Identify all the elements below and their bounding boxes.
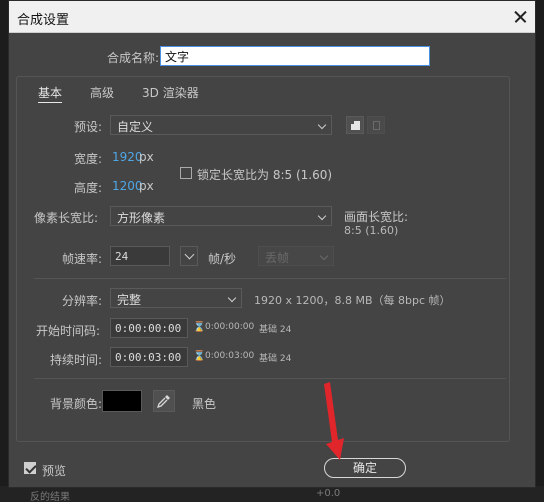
height-value[interactable]: 1200: [112, 179, 143, 193]
dialog-title: 合成设置: [17, 13, 70, 28]
preset-dropdown[interactable]: 自定义: [110, 115, 332, 135]
background-bottom-text-left: 反的结果: [30, 492, 70, 502]
background-bottom-strip: [0, 486, 544, 502]
duration-label: 持续时间:: [50, 353, 103, 367]
eyedropper-icon: [157, 395, 170, 408]
new-preset-button[interactable]: [346, 116, 364, 134]
chevron-down-icon: [319, 251, 329, 261]
frame-rate-preset-button[interactable]: [180, 246, 198, 266]
comp-name-input[interactable]: [160, 46, 430, 66]
resolution-dropdown[interactable]: 完整: [110, 288, 242, 308]
comp-name-label: 合成名称:: [107, 51, 160, 65]
preview-checkbox[interactable]: [24, 462, 36, 474]
frame-rate-input[interactable]: 24: [110, 246, 170, 266]
dialog-titlebar: 合成设置: [9, 1, 535, 33]
frame-aspect-label: 画面长宽比:: [344, 210, 409, 224]
preview-label: 预览: [42, 464, 67, 478]
drop-frame-value: 丢帧: [265, 251, 290, 265]
width-value[interactable]: 1920: [112, 150, 143, 164]
bg-color-name: 黑色: [192, 397, 217, 411]
lock-aspect-label: 锁定长宽比为 8:5 (1.60): [197, 168, 333, 182]
start-timecode-base: 基础 24: [259, 325, 292, 335]
preset-value: 自定义: [117, 120, 154, 134]
frame-aspect-value: 8:5 (1.60): [344, 224, 399, 237]
duration-base: 基础 24: [259, 354, 292, 364]
resolution-label: 分辨率:: [62, 294, 103, 308]
start-timecode-input[interactable]: 0:00:00:00: [110, 318, 188, 338]
drop-frame-dropdown[interactable]: 丢帧: [258, 246, 334, 266]
eyedropper-button[interactable]: [153, 390, 175, 412]
frame-rate-unit: 帧/秒: [208, 252, 237, 266]
chevron-down-icon: [227, 293, 237, 303]
start-timecode-info: 0:00:00:00: [205, 322, 255, 332]
duration-info: 0:00:03:00: [205, 351, 255, 361]
tab-advanced[interactable]: 高级: [90, 84, 114, 101]
annotation-arrow-icon: [324, 382, 344, 460]
width-unit: px: [139, 150, 154, 164]
height-label: 高度:: [74, 181, 103, 195]
start-timecode-label: 开始时间码:: [36, 324, 101, 338]
bg-color-label: 背景颜色:: [50, 397, 103, 411]
resolution-value: 完整: [117, 293, 142, 307]
pixel-aspect-dropdown[interactable]: 方形像素: [110, 206, 332, 226]
close-icon[interactable]: [509, 5, 533, 29]
section-divider: [34, 378, 506, 379]
bg-color-swatch[interactable]: [102, 390, 142, 412]
new-preset-icon: [351, 121, 360, 130]
resolution-info: 1920 x 1200，8.8 MB（每 8bpc 帧）: [254, 294, 451, 307]
tab-3d-renderer[interactable]: 3D 渲染器: [142, 84, 199, 101]
delete-preset-button[interactable]: [367, 116, 385, 134]
chevron-down-icon: [317, 120, 327, 130]
pixel-aspect-label: 像素长宽比:: [34, 211, 99, 225]
preset-label: 预设:: [74, 120, 103, 134]
lock-aspect-checkbox[interactable]: [180, 167, 192, 179]
pixel-aspect-value: 方形像素: [117, 211, 166, 225]
height-unit: px: [139, 179, 154, 193]
chevron-down-icon: [317, 211, 327, 221]
timecode-icon: ⌛: [193, 351, 206, 362]
section-divider: [34, 278, 506, 279]
trash-icon: [373, 121, 380, 130]
tab-basic[interactable]: 基本: [38, 84, 63, 103]
timecode-icon: ⌛: [193, 322, 206, 333]
frame-rate-label: 帧速率:: [62, 252, 103, 266]
duration-input[interactable]: 0:00:03:00: [110, 347, 188, 367]
width-label: 宽度:: [74, 152, 103, 166]
background-bottom-text-right: +0.0: [316, 488, 341, 499]
